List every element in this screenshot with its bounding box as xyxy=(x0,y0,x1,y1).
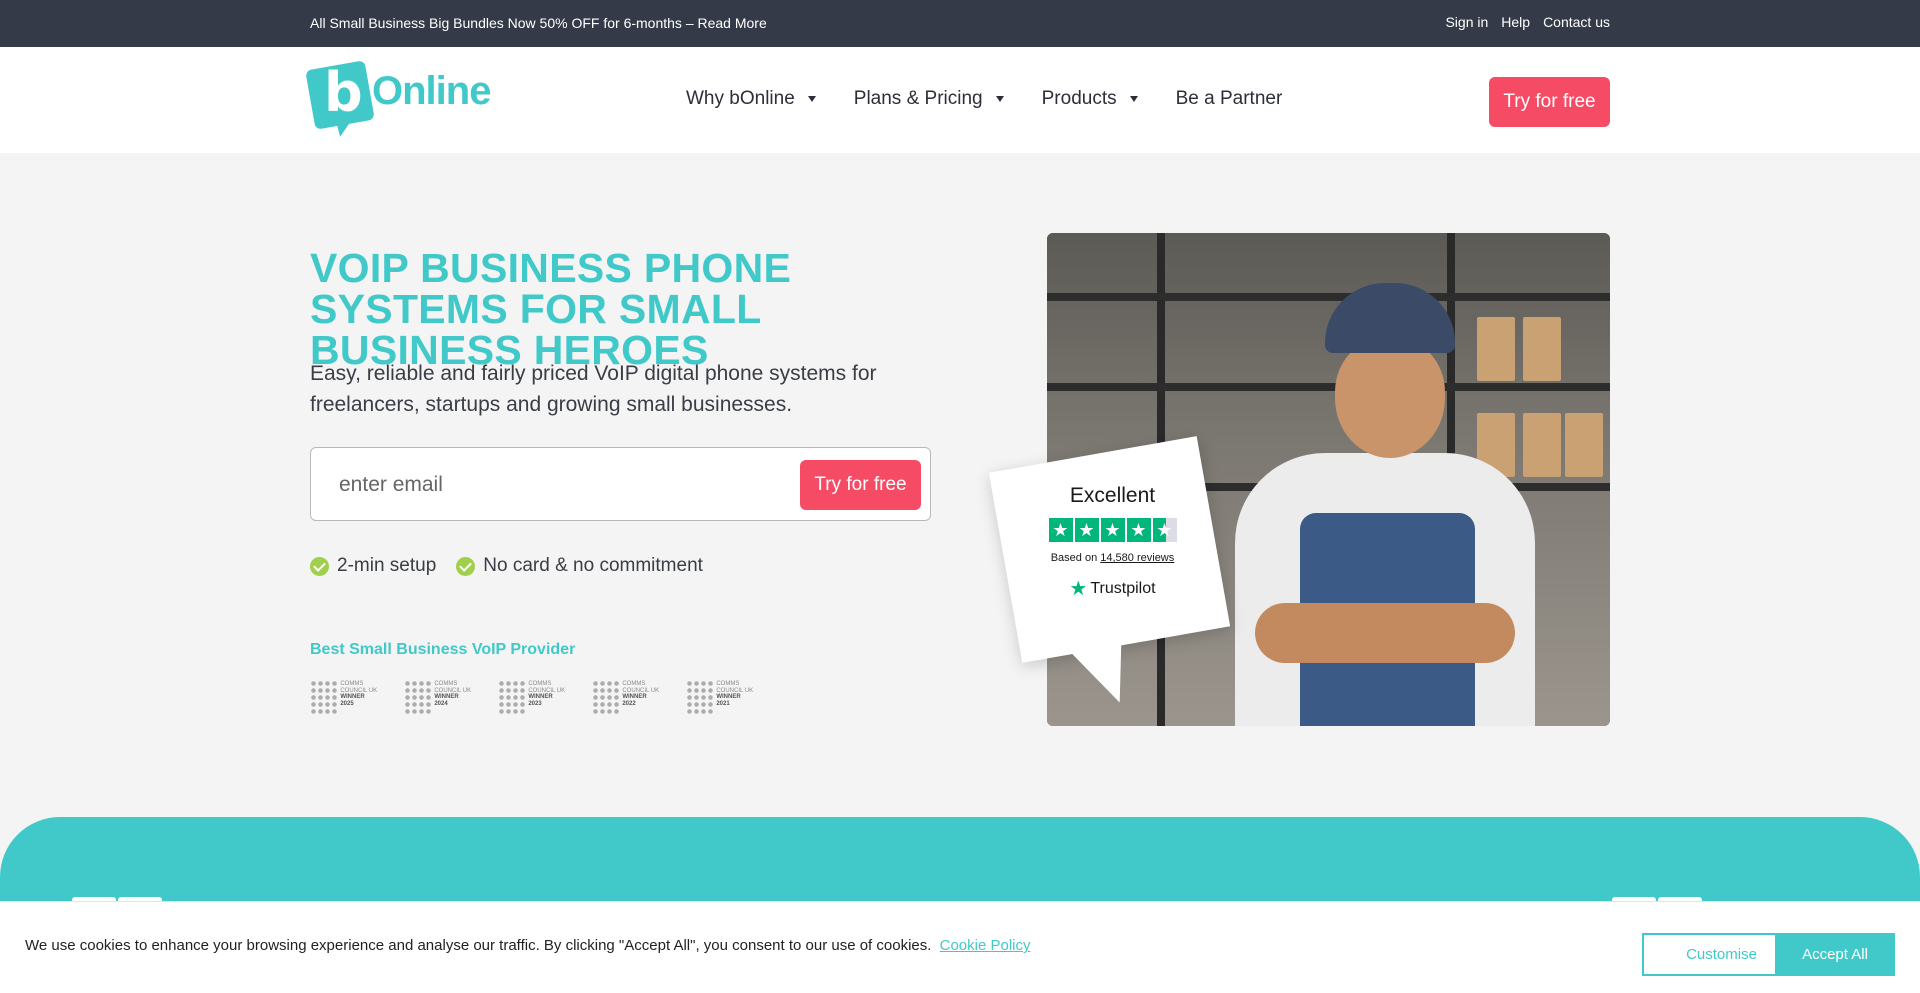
award-year: 2021 xyxy=(716,700,730,707)
hero-subtitle: Easy, reliable and fairly priced VoIP di… xyxy=(310,362,877,416)
award-dots-icon xyxy=(498,680,526,716)
award-year: 2022 xyxy=(622,700,636,707)
award-year: 2024 xyxy=(434,700,448,707)
trustpilot-stars: ★ ★ ★ ★ ★ xyxy=(1040,518,1185,542)
nav-plans-pricing[interactable]: Plans & Pricing xyxy=(854,88,1004,110)
trustpilot-widget[interactable]: Excellent ★ ★ ★ ★ ★ Based on 14,580 revi… xyxy=(1040,484,1185,601)
award-label: WINNER xyxy=(528,694,553,700)
nav-label: Plans & Pricing xyxy=(853,88,983,109)
cookie-accept-all-button[interactable]: Accept All xyxy=(1775,933,1895,976)
logo-wordmark: Online xyxy=(372,69,491,113)
bonline-logo[interactable]: b Online xyxy=(305,60,491,139)
main-nav: Why bOnline Plans & Pricing Products Be … xyxy=(686,88,1282,110)
award-label: WINNER xyxy=(434,694,459,700)
award-label: WINNER xyxy=(340,694,365,700)
cookie-policy-link[interactable]: Cookie Policy xyxy=(940,937,1031,954)
award-org: COMMS COUNCIL UK xyxy=(716,681,754,694)
award-badge: COMMS COUNCIL UK WINNER 2022 xyxy=(592,680,669,716)
award-heading: Best Small Business VoIP Provider xyxy=(310,641,576,658)
half-star-icon: ★ xyxy=(1152,518,1177,542)
award-badge: COMMS COUNCIL UK WINNER 2024 xyxy=(404,680,481,716)
trustpilot-reviews-link[interactable]: 14,580 reviews xyxy=(1100,552,1174,564)
logo-mark: b xyxy=(324,61,363,124)
star-icon: ★ xyxy=(1074,518,1099,542)
award-badges: COMMS COUNCIL UK WINNER 2025 COMMS COUNCIL… xyxy=(310,680,763,716)
help-link[interactable]: Help xyxy=(1501,14,1530,30)
email-signup-form: Try for free xyxy=(310,447,931,521)
nav-products[interactable]: Products xyxy=(1042,88,1138,110)
trustpilot-logo: ★ Trustpilot xyxy=(1040,576,1185,601)
award-org: COMMS COUNCIL UK xyxy=(434,681,472,694)
utility-links: Sign in Help Contact us xyxy=(1445,14,1610,30)
hero-try-free-button[interactable]: Try for free xyxy=(800,460,921,510)
award-year: 2025 xyxy=(340,700,354,707)
award-org: COMMS COUNCIL UK xyxy=(622,681,660,694)
trustpilot-brand: Trustpilot xyxy=(1090,579,1156,597)
award-dots-icon xyxy=(404,680,432,716)
nav-label: Be a Partner xyxy=(1175,88,1283,109)
nav-label: Products xyxy=(1041,88,1117,109)
cookie-message: We use cookies to enhance your browsing … xyxy=(25,937,1031,954)
barista-figure xyxy=(1215,283,1545,726)
award-dots-icon xyxy=(592,680,620,716)
check-item: No card & no commitment xyxy=(456,555,703,577)
award-year: 2023 xyxy=(528,700,542,707)
award-label: WINNER xyxy=(622,694,647,700)
check-item: 2-min setup xyxy=(310,555,436,577)
star-icon: ★ xyxy=(1126,518,1151,542)
promo-link[interactable]: All Small Business Big Bundles Now 50% O… xyxy=(310,15,767,31)
nav-be-a-partner[interactable]: Be a Partner xyxy=(1176,88,1283,110)
nav-label: Why bOnline xyxy=(686,88,795,109)
top-promo-bar: All Small Business Big Bundles Now 50% O… xyxy=(0,0,1920,47)
award-label: WINNER xyxy=(716,694,741,700)
nav-why-bonline[interactable]: Why bOnline xyxy=(686,88,816,110)
hero-title: VOIP BUSINESS PHONE SYSTEMS FOR SMALL BU… xyxy=(310,245,792,373)
award-dots-icon xyxy=(310,680,338,716)
cookie-banner: We use cookies to enhance your browsing … xyxy=(0,901,1920,993)
award-badge: COMMS COUNCIL UK WINNER 2023 xyxy=(498,680,575,716)
award-org: COMMS COUNCIL UK xyxy=(528,681,566,694)
award-dots-icon xyxy=(686,680,714,716)
award-badge: COMMS COUNCIL UK WINNER 2021 xyxy=(686,680,763,716)
check-circle-icon xyxy=(310,556,329,576)
award-org: COMMS COUNCIL UK xyxy=(340,681,378,694)
site-header: b Online Why bOnline Plans & Pricing Pro… xyxy=(0,47,1920,153)
check-label: No card & no commitment xyxy=(483,555,703,576)
award-badge: COMMS COUNCIL UK WINNER 2025 xyxy=(310,680,387,716)
feature-checks: 2-min setup No card & no commitment xyxy=(310,555,703,577)
sign-in-link[interactable]: Sign in xyxy=(1445,14,1488,30)
contact-us-link[interactable]: Contact us xyxy=(1543,14,1610,30)
trustpilot-rating-text: Excellent xyxy=(1069,484,1156,507)
trustpilot-star-icon: ★ xyxy=(1069,578,1088,600)
check-circle-icon xyxy=(456,556,476,576)
star-icon: ★ xyxy=(1048,518,1073,542)
caret-down-icon xyxy=(1129,96,1138,102)
caret-down-icon xyxy=(807,96,816,102)
caret-down-icon xyxy=(995,96,1004,102)
email-input[interactable] xyxy=(339,468,739,502)
star-icon: ★ xyxy=(1100,518,1125,542)
trustpilot-based-on: Based on 14,580 reviews xyxy=(1050,552,1175,564)
check-label: 2-min setup xyxy=(337,555,437,576)
header-try-free-button[interactable]: Try for free xyxy=(1489,77,1610,127)
